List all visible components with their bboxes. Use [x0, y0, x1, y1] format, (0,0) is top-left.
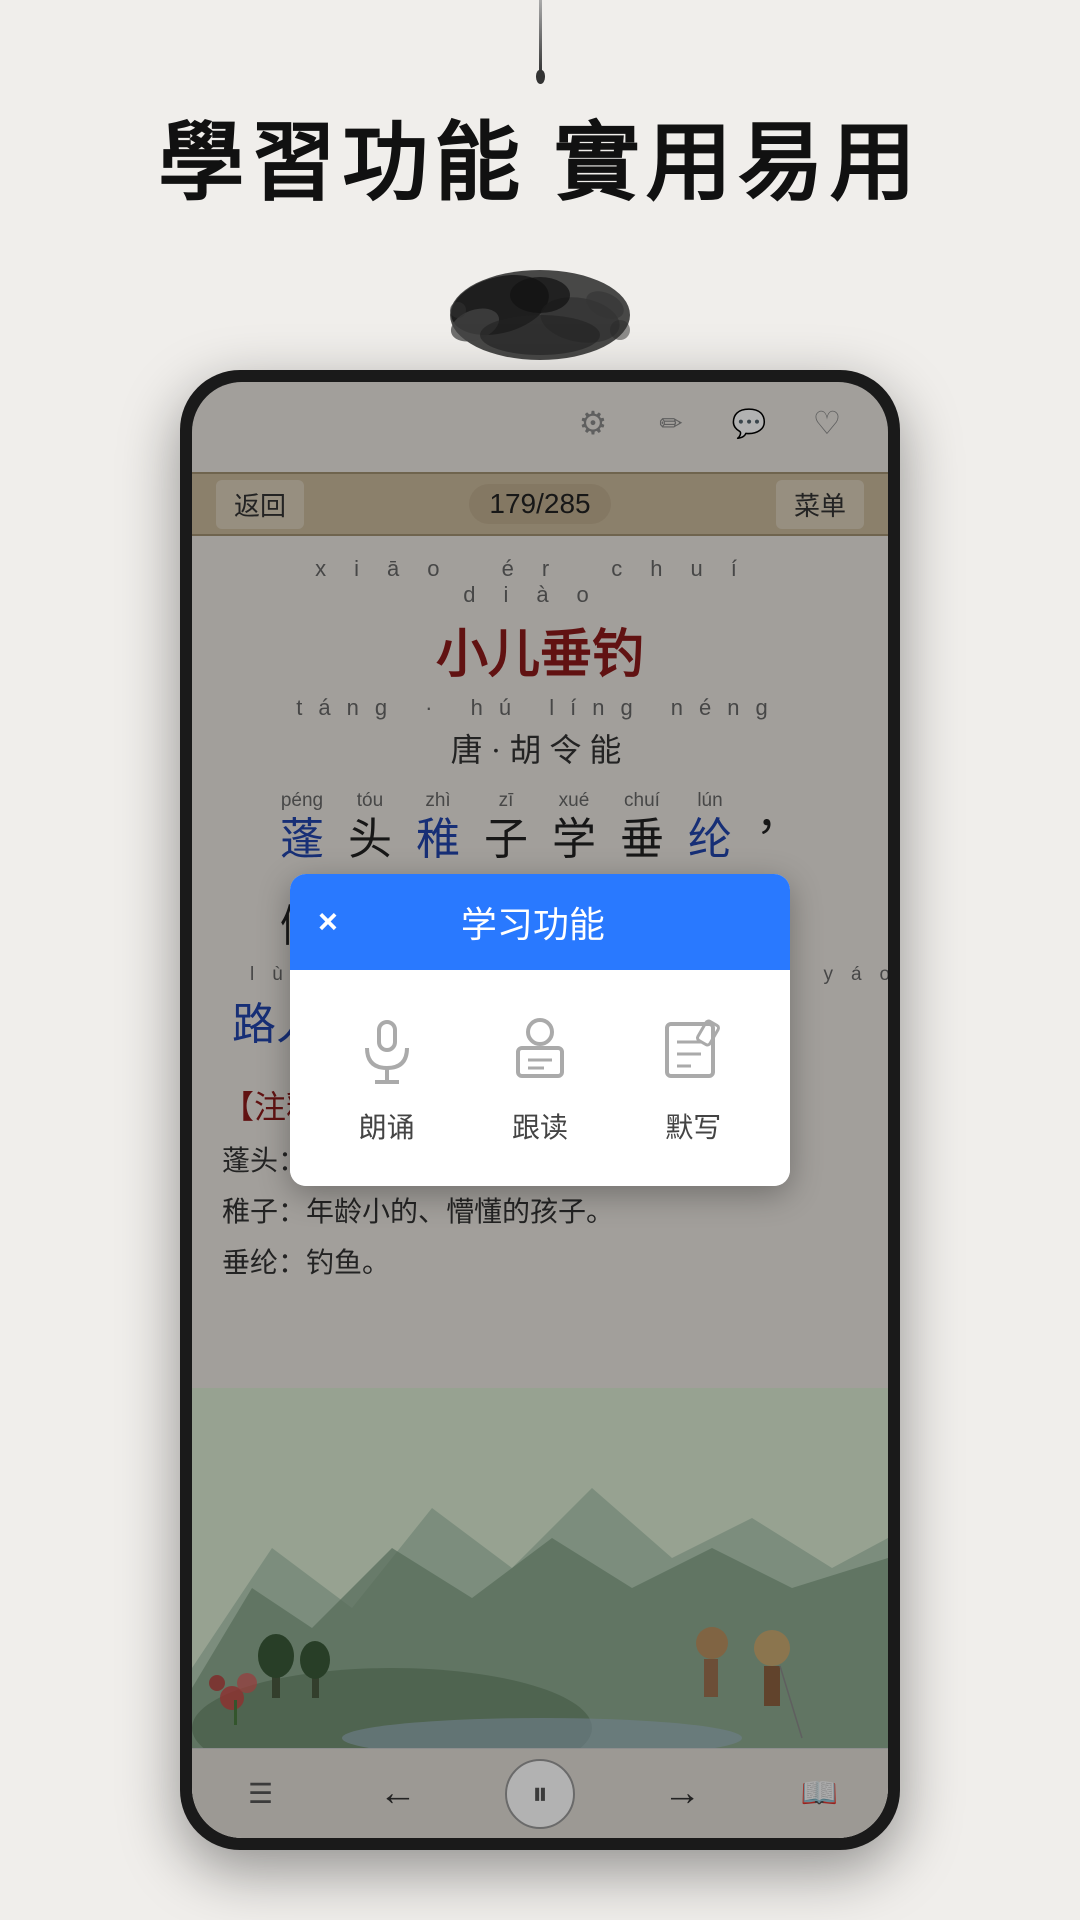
- dialog-title: 学习功能: [338, 896, 728, 948]
- dialog-body: 朗诵 跟读: [290, 970, 790, 1186]
- learning-dialog: × 学习功能: [290, 874, 790, 1186]
- dialog-item-dictation[interactable]: 默写: [653, 1010, 733, 1146]
- phone-frame: ⚙ ✏ 💬 ♡ 返回 179/285 菜单 xiāo ér chuí diào …: [180, 370, 900, 1850]
- recite-label: 朗诵: [359, 1106, 415, 1146]
- phone-device: ⚙ ✏ 💬 ♡ 返回 179/285 菜单 xiāo ér chuí diào …: [180, 370, 900, 1850]
- top-decoration: 學習功能 實用易用: [0, 0, 1080, 380]
- follow-read-label: 跟读: [512, 1106, 568, 1146]
- read-icon: [500, 1010, 580, 1090]
- dialog-item-follow-read[interactable]: 跟读: [500, 1010, 580, 1146]
- dictation-label: 默写: [665, 1106, 721, 1146]
- ink-splash: [420, 245, 660, 380]
- dialog-header: × 学习功能: [290, 874, 790, 970]
- dialog-overlay: × 学习功能: [192, 382, 888, 1838]
- dialog-close-button[interactable]: ×: [318, 903, 338, 942]
- dialog-item-recite[interactable]: 朗诵: [347, 1010, 427, 1146]
- headline-text: 學習功能 實用易用: [158, 92, 922, 217]
- write-icon: [653, 1010, 733, 1090]
- mic-icon: [347, 1010, 427, 1090]
- phone-screen: ⚙ ✏ 💬 ♡ 返回 179/285 菜单 xiāo ér chuí diào …: [192, 382, 888, 1838]
